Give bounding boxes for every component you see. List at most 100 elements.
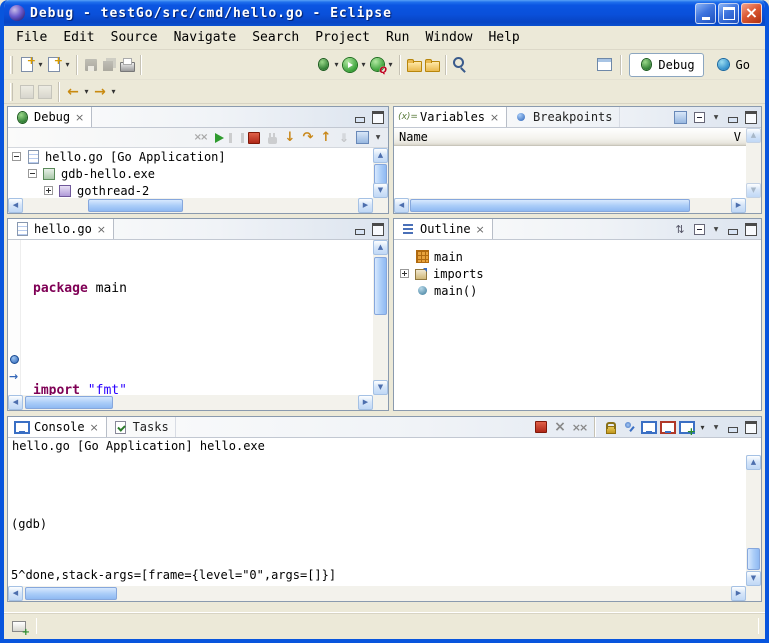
scroll-thumb[interactable] bbox=[25, 587, 117, 600]
scroll-down-icon[interactable] bbox=[746, 571, 761, 586]
back-icon[interactable] bbox=[64, 83, 82, 101]
debug-launch-dropdown-icon[interactable] bbox=[332, 60, 341, 69]
terminate-console-icon[interactable] bbox=[533, 419, 549, 435]
collapse-all-icon[interactable] bbox=[691, 221, 707, 237]
close-icon[interactable] bbox=[89, 422, 100, 433]
console-output[interactable]: (gdb) 5^done,stack-args=[frame={level="0… bbox=[8, 455, 746, 586]
debug-launch-icon[interactable] bbox=[314, 56, 332, 74]
scroll-thumb[interactable] bbox=[410, 199, 690, 212]
maximize-view-button[interactable] bbox=[743, 420, 758, 434]
editor-horizontal-scrollbar[interactable] bbox=[8, 395, 373, 410]
toolbar-drag-handle[interactable] bbox=[10, 56, 13, 74]
back-history-dropdown-icon[interactable] bbox=[82, 87, 91, 96]
menu-project[interactable]: Project bbox=[307, 28, 378, 47]
collapse-all-icon[interactable] bbox=[691, 109, 707, 125]
variables-horizontal-scrollbar[interactable] bbox=[394, 198, 746, 213]
outline-row-imports[interactable]: imports bbox=[394, 265, 761, 282]
tab-debug[interactable]: Debug bbox=[8, 107, 92, 127]
external-tools-dropdown-ic[interactable] bbox=[386, 60, 395, 69]
close-icon[interactable] bbox=[489, 112, 500, 123]
scroll-up-icon[interactable] bbox=[373, 240, 388, 255]
forward-history-dropdown-icon[interactable] bbox=[109, 87, 118, 96]
expand-expander-icon[interactable] bbox=[44, 186, 53, 195]
code-editor-area[interactable]: package main import "fmt" func main() { … bbox=[21, 240, 373, 395]
open-perspective-icon[interactable] bbox=[595, 56, 613, 74]
open-console-icon[interactable] bbox=[679, 419, 695, 435]
minimize-button[interactable] bbox=[695, 3, 716, 24]
run-dropdown-icon[interactable] bbox=[359, 60, 368, 69]
debug-vertical-scrollbar[interactable] bbox=[373, 148, 388, 198]
scroll-up-icon[interactable] bbox=[373, 148, 388, 163]
toolbar-drag-handle[interactable] bbox=[10, 83, 13, 101]
minimize-view-button[interactable] bbox=[352, 222, 367, 236]
scroll-right-icon[interactable] bbox=[358, 198, 373, 213]
tab-breakpoints[interactable]: Breakpoints bbox=[507, 107, 619, 127]
new-go-element-dropdown-icon[interactable] bbox=[63, 60, 72, 69]
menu-source[interactable]: Source bbox=[103, 28, 166, 47]
show-stdout-icon[interactable] bbox=[641, 419, 657, 435]
scroll-thumb[interactable] bbox=[747, 548, 760, 570]
scroll-thumb[interactable] bbox=[88, 199, 183, 212]
search-icon[interactable] bbox=[451, 56, 469, 74]
tree-row-launch[interactable]: hello.go [Go Application] bbox=[8, 148, 373, 165]
run-icon[interactable] bbox=[341, 56, 359, 74]
menu-window[interactable]: Window bbox=[417, 28, 480, 47]
use-step-filters-icon[interactable] bbox=[354, 130, 370, 146]
menu-help[interactable]: Help bbox=[480, 28, 527, 47]
open-project-icon[interactable] bbox=[423, 56, 441, 74]
outline-tree[interactable]: main imports main() bbox=[394, 240, 761, 299]
view-menu-icon[interactable] bbox=[710, 226, 722, 233]
menu-run[interactable]: Run bbox=[378, 28, 417, 47]
outline-row-package[interactable]: main bbox=[394, 248, 761, 265]
collapse-expander-icon[interactable] bbox=[12, 152, 21, 161]
maximize-view-button[interactable] bbox=[370, 222, 385, 236]
forward-icon[interactable] bbox=[91, 83, 109, 101]
perspective-debug-button[interactable]: Debug bbox=[629, 53, 703, 77]
tab-console[interactable]: Console bbox=[8, 417, 107, 437]
debug-launch-tree[interactable]: hello.go [Go Application] gdb-hello.exe … bbox=[8, 148, 373, 198]
new-go-element-icon[interactable] bbox=[45, 56, 63, 74]
resume-icon[interactable] bbox=[210, 130, 226, 146]
scroll-right-icon[interactable] bbox=[731, 198, 746, 213]
fast-view-icon[interactable] bbox=[10, 617, 28, 635]
tab-variables[interactable]: (x)= Variables bbox=[394, 107, 507, 127]
maximize-view-button[interactable] bbox=[370, 110, 385, 124]
open-resource-icon[interactable] bbox=[405, 56, 423, 74]
close-icon[interactable] bbox=[475, 224, 486, 235]
title-bar[interactable]: Debug - testGo/src/cmd/hello.go - Eclips… bbox=[4, 0, 765, 26]
step-over-icon[interactable] bbox=[300, 130, 316, 146]
console-horizontal-scrollbar[interactable] bbox=[8, 586, 746, 601]
new-wizard-icon[interactable] bbox=[18, 56, 36, 74]
scroll-thumb[interactable] bbox=[374, 164, 387, 184]
menu-file[interactable]: File bbox=[8, 28, 55, 47]
tree-row-process[interactable]: gdb-hello.exe bbox=[8, 165, 373, 182]
show-logical-structure-icon[interactable] bbox=[672, 109, 688, 125]
perspective-go-button[interactable]: Go bbox=[707, 53, 759, 77]
menu-edit[interactable]: Edit bbox=[55, 28, 102, 47]
maximize-button[interactable] bbox=[718, 3, 739, 24]
step-return-icon[interactable] bbox=[318, 130, 334, 146]
scroll-lock-icon[interactable] bbox=[603, 419, 619, 435]
collapse-expander-icon[interactable] bbox=[28, 169, 37, 178]
debug-horizontal-scrollbar[interactable] bbox=[8, 198, 373, 213]
scroll-down-icon[interactable] bbox=[373, 380, 388, 395]
maximize-view-button[interactable] bbox=[743, 222, 758, 236]
scroll-right-icon[interactable] bbox=[358, 395, 373, 410]
tab-outline[interactable]: Outline bbox=[394, 219, 493, 239]
scroll-thumb[interactable] bbox=[374, 257, 387, 315]
breakpoint-icon[interactable] bbox=[10, 355, 19, 364]
scroll-left-icon[interactable] bbox=[8, 586, 23, 601]
tab-hello-go[interactable]: hello.go bbox=[8, 219, 114, 239]
tab-tasks[interactable]: Tasks bbox=[107, 417, 176, 437]
print-icon[interactable] bbox=[118, 56, 136, 74]
minimize-view-button[interactable] bbox=[725, 420, 740, 434]
outline-row-method[interactable]: main() bbox=[394, 282, 761, 299]
editor-vertical-scrollbar[interactable] bbox=[373, 240, 388, 395]
scroll-left-icon[interactable] bbox=[8, 395, 23, 410]
maximize-view-button[interactable] bbox=[743, 110, 758, 124]
view-menu-icon[interactable] bbox=[372, 134, 384, 141]
close-icon[interactable] bbox=[74, 112, 85, 123]
name-column-header[interactable]: Name bbox=[399, 130, 428, 144]
menu-search[interactable]: Search bbox=[244, 28, 307, 47]
close-icon[interactable] bbox=[96, 224, 107, 235]
